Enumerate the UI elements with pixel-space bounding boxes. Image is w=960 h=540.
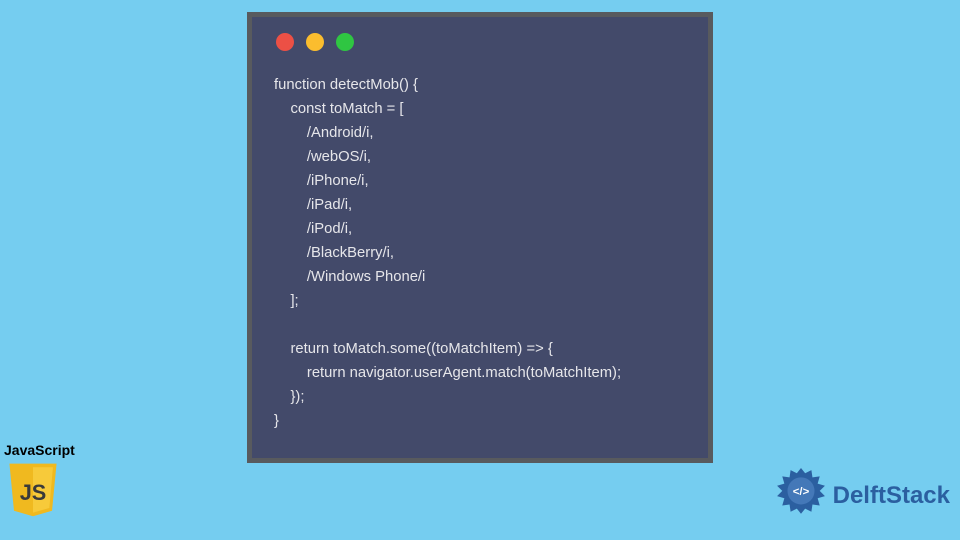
svg-text:</>: </> [792,486,809,498]
minimize-icon [306,33,324,51]
delftstack-emblem-icon: </> [775,467,827,524]
javascript-badge: JavaScript JS [4,442,75,518]
code-window: function detectMob() { const toMatch = [… [247,12,713,463]
delftstack-text: DelftStack [833,482,950,510]
shield-text: JS [20,480,47,505]
maximize-icon [336,33,354,51]
code-block: function detectMob() { const toMatch = [… [274,73,686,433]
delftstack-logo: </> DelftStack [775,467,950,524]
javascript-label: JavaScript [4,442,75,458]
javascript-shield-icon: JS [4,460,62,518]
window-traffic-lights [276,33,686,51]
close-icon [276,33,294,51]
